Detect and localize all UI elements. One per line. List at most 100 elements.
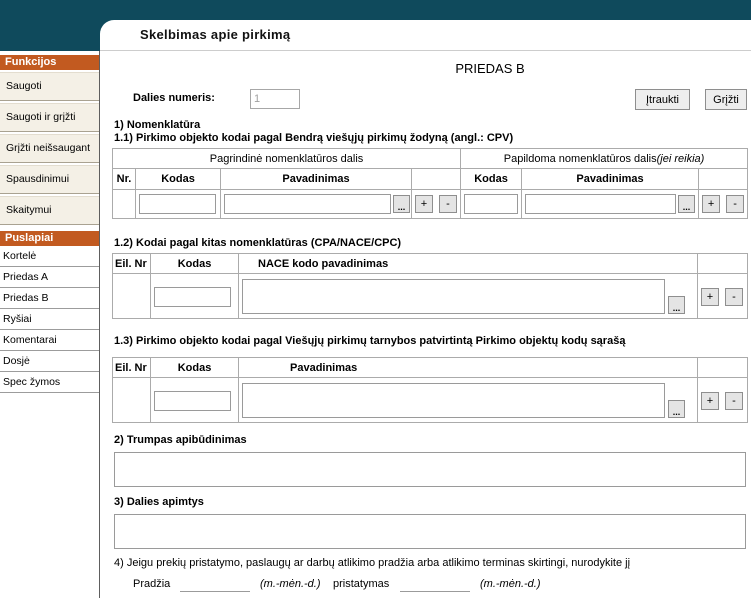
vpt-name-textarea[interactable]	[242, 383, 665, 418]
name-cell: ...	[238, 273, 698, 319]
table-row: ... + - ... + -	[112, 189, 749, 219]
nace-name-textarea[interactable]	[242, 279, 665, 314]
extra-actions-cell: + -	[698, 189, 749, 219]
page-title: Skelbimas apie pirkimą	[100, 20, 751, 51]
delivery-date-label: pristatymas	[333, 578, 390, 590]
nace-remove-row-button[interactable]: -	[725, 287, 743, 306]
vpt-remove-row-button[interactable]: -	[725, 391, 743, 410]
extra-part-header-note: (jei reikia)	[656, 152, 705, 165]
part-number-label: Dalies numeris:	[133, 92, 215, 104]
nace-add-row-button[interactable]: +	[701, 287, 719, 306]
other-codes-table: Eil. Nr Kodas NACE kodo pavadinimas ... …	[112, 253, 748, 319]
col-header-code: Kodas	[150, 357, 239, 378]
cpv-code-input[interactable]	[139, 194, 216, 214]
actions-cell: + -	[697, 273, 748, 319]
cpv-remove-row-button[interactable]: -	[439, 195, 457, 213]
section-dates-title: 4) Jeigu prekių pristatymo, paslaugų ar …	[114, 557, 631, 569]
sidebar-action-save[interactable]: Saugoti	[0, 72, 99, 101]
sidebar: Funkcijos Saugoti Saugoti ir grįžti Grįž…	[0, 51, 100, 598]
sidebar-action-read-only[interactable]: Skaitymui	[0, 196, 99, 225]
col-header-extra-name: Pavadinimas	[521, 168, 700, 190]
cpv-add-row-button[interactable]: +	[415, 195, 433, 213]
sidebar-item-annex-b[interactable]: Priedas B	[0, 288, 99, 309]
table-header-row: Nr. Kodas Pavadinimas Kodas Pavadinimas	[112, 168, 749, 190]
sidebar-item-comments[interactable]: Komentarai	[0, 330, 99, 351]
cpv-name-input[interactable]	[224, 194, 391, 214]
extra-code-cell	[460, 189, 523, 219]
col-header-nace-name: NACE kodo pavadinimas	[238, 253, 698, 274]
delivery-date-input[interactable]	[400, 591, 470, 598]
sidebar-item-annex-a[interactable]: Priedas A	[0, 267, 99, 288]
code-cell	[150, 377, 239, 423]
nace-browse-button[interactable]: ...	[668, 296, 685, 314]
annex-heading: PRIEDAS B	[455, 61, 525, 76]
table-row: ... + -	[112, 273, 748, 319]
actions-cell: + -	[697, 377, 748, 423]
vpt-add-row-button[interactable]: +	[701, 391, 719, 410]
extra-part-header-label: Papildoma nomenklatūros dalis	[503, 152, 657, 165]
row-number-cell	[112, 377, 151, 423]
extra-part-header: Papildoma nomenklatūros dalis(jei reikia…	[460, 148, 749, 169]
sidebar-action-print[interactable]: Spausdinimui	[0, 165, 99, 194]
section-cpv-title: 1.1) Pirkimo objekto kodai pagal Bendrą …	[114, 132, 514, 144]
extra-name-cell: ...	[521, 189, 700, 219]
col-header-extra-actions	[698, 168, 749, 190]
name-cell: ...	[220, 189, 412, 219]
nace-code-input[interactable]	[154, 286, 231, 307]
vpt-code-input[interactable]	[154, 390, 231, 411]
part-number-input	[250, 89, 300, 109]
scope-textarea[interactable]	[114, 514, 746, 549]
row-number-cell	[112, 189, 136, 219]
back-button[interactable]: Grįžti	[705, 89, 747, 110]
sidebar-action-return-without-saving[interactable]: Grįžti neišsaugant	[0, 134, 99, 163]
col-header-nr: Eil. Nr	[112, 253, 151, 274]
section-nomenclature-title: 1) Nomenklatūra	[114, 119, 201, 131]
sidebar-item-relations[interactable]: Ryšiai	[0, 309, 99, 330]
cpv-extra-add-row-button[interactable]: +	[702, 195, 721, 213]
pages-heading: Puslapiai	[0, 231, 99, 246]
col-header-extra-code: Kodas	[460, 168, 523, 190]
sidebar-action-save-and-return[interactable]: Saugoti ir grįžti	[0, 103, 99, 132]
actions-cell: + -	[410, 189, 462, 219]
section-scope-title: 3) Dalies apimtys	[114, 496, 204, 508]
cpv-codes-table: Pagrindinė nomenklatūros dalis Papildoma…	[111, 148, 749, 219]
start-date-input[interactable]	[180, 591, 250, 598]
col-header-code: Kodas	[150, 253, 239, 274]
vpt-codes-table: Eil. Nr Kodas Pavadinimas ... + -	[112, 357, 748, 423]
sidebar-item-dossier[interactable]: Dosjė	[0, 351, 99, 372]
code-cell	[150, 273, 239, 319]
table-header-row: Eil. Nr Kodas NACE kodo pavadinimas	[112, 253, 748, 274]
table-group-header-row: Pagrindinė nomenklatūros dalis Papildoma…	[111, 148, 749, 169]
name-cell: ...	[238, 377, 698, 423]
start-date-format-hint: (m.-mėn.-d.)	[260, 578, 321, 590]
functions-heading: Funkcijos	[0, 55, 99, 70]
cpv-browse-button[interactable]: ...	[393, 195, 410, 213]
cpv-extra-browse-button[interactable]: ...	[678, 195, 696, 213]
code-cell	[135, 189, 221, 219]
sidebar-item-card[interactable]: Kortelė	[0, 246, 99, 267]
col-header-actions	[697, 253, 748, 274]
vpt-browse-button[interactable]: ...	[668, 400, 685, 418]
table-header-row: Eil. Nr Kodas Pavadinimas	[112, 357, 748, 378]
col-header-actions	[697, 357, 748, 378]
col-header-nr: Nr.	[112, 168, 136, 190]
table-row: ... + -	[112, 377, 748, 423]
section-other-nomenclatures-title: 1.2) Kodai pagal kitas nomenklatūras (CP…	[114, 237, 402, 249]
delivery-date-format-hint: (m.-mėn.-d.)	[480, 578, 541, 590]
cpv-extra-remove-row-button[interactable]: -	[726, 195, 745, 213]
col-header-name: Pavadinimas	[220, 168, 412, 190]
cpv-extra-name-input[interactable]	[525, 194, 677, 214]
col-header-nr: Eil. Nr	[112, 357, 151, 378]
include-button[interactable]: Įtraukti	[635, 89, 690, 110]
main-part-header: Pagrindinė nomenklatūros dalis	[111, 148, 462, 169]
start-date-label: Pradžia	[133, 578, 171, 590]
sidebar-item-special-marks[interactable]: Spec žymos	[0, 372, 99, 393]
row-number-cell	[112, 273, 151, 319]
section-description-title: 2) Trumpas apibūdinimas	[114, 434, 247, 446]
section-vpt-codes-title: 1.3) Pirkimo objekto kodai pagal Viešųjų…	[114, 335, 626, 347]
col-header-actions	[410, 168, 462, 190]
col-header-code: Kodas	[135, 168, 221, 190]
cpv-extra-code-input[interactable]	[464, 194, 519, 214]
description-textarea[interactable]	[114, 452, 746, 487]
col-header-name: Pavadinimas	[238, 357, 698, 378]
